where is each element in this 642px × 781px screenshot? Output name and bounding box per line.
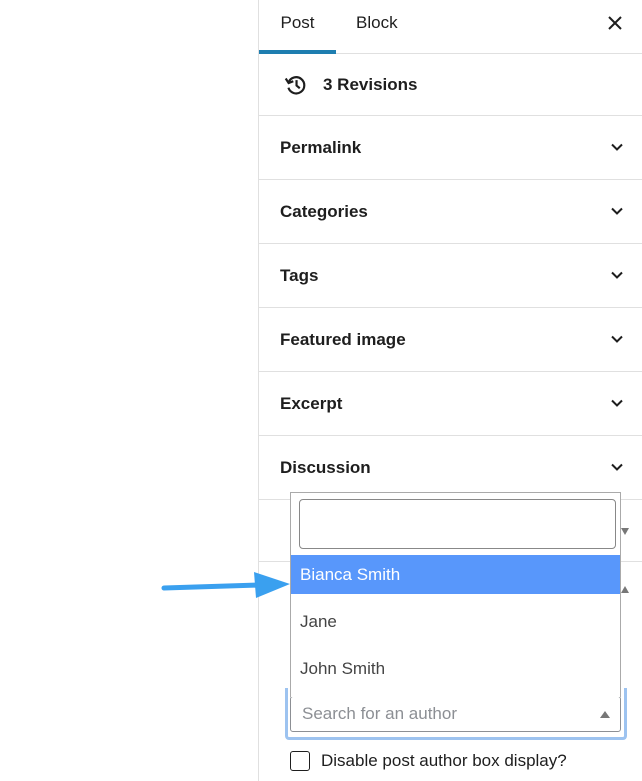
panel-featured-image[interactable]: Featured image bbox=[259, 308, 642, 372]
revisions-label: 3 Revisions bbox=[323, 74, 418, 94]
panel-title: Featured image bbox=[280, 330, 406, 349]
arrow-annotation-icon bbox=[161, 572, 290, 598]
author-select-placeholder: Search for an author bbox=[302, 704, 457, 723]
chevron-down-icon bbox=[611, 335, 623, 343]
author-select[interactable]: Search for an author bbox=[290, 696, 621, 732]
disable-author-box-checkbox[interactable] bbox=[290, 751, 310, 771]
disable-author-box-row: Disable post author box display? bbox=[290, 748, 567, 774]
caret-down-icon bbox=[621, 528, 629, 535]
caret-up-icon bbox=[600, 711, 610, 718]
revisions-link[interactable]: 3 Revisions bbox=[259, 54, 642, 116]
panel-title: Permalink bbox=[280, 138, 362, 157]
chevron-down-icon bbox=[611, 463, 623, 471]
sidebar-tabs: Post Block bbox=[259, 0, 642, 54]
author-dropdown: Bianca Smith Jane John Smith bbox=[290, 492, 621, 697]
author-option-john-smith[interactable]: John Smith bbox=[291, 649, 620, 688]
panel-discussion[interactable]: Discussion bbox=[259, 436, 642, 500]
panel-permalink[interactable]: Permalink bbox=[259, 116, 642, 180]
tab-block[interactable]: Block bbox=[356, 0, 398, 53]
panel-title: Tags bbox=[280, 266, 319, 285]
panel-title: Categories bbox=[280, 202, 368, 221]
author-option-bianca-smith[interactable]: Bianca Smith bbox=[291, 555, 620, 594]
close-button[interactable] bbox=[602, 10, 628, 36]
panel-title: Excerpt bbox=[280, 394, 343, 413]
chevron-down-icon bbox=[611, 143, 623, 151]
chevron-down-icon bbox=[611, 207, 623, 215]
chevron-down-icon bbox=[611, 271, 623, 279]
panel-excerpt[interactable]: Excerpt bbox=[259, 372, 642, 436]
close-icon bbox=[608, 16, 622, 30]
author-dropdown-search-input[interactable] bbox=[299, 499, 616, 549]
author-option-jane[interactable]: Jane bbox=[291, 602, 620, 641]
caret-up-icon bbox=[621, 586, 629, 593]
panel-categories[interactable]: Categories bbox=[259, 180, 642, 244]
panel-tags[interactable]: Tags bbox=[259, 244, 642, 308]
checkbox-label: Disable post author box display? bbox=[321, 751, 567, 770]
tab-post[interactable]: Post bbox=[259, 0, 336, 54]
panel-title: Discussion bbox=[280, 458, 371, 477]
history-icon bbox=[284, 75, 306, 94]
chevron-down-icon bbox=[611, 399, 623, 407]
